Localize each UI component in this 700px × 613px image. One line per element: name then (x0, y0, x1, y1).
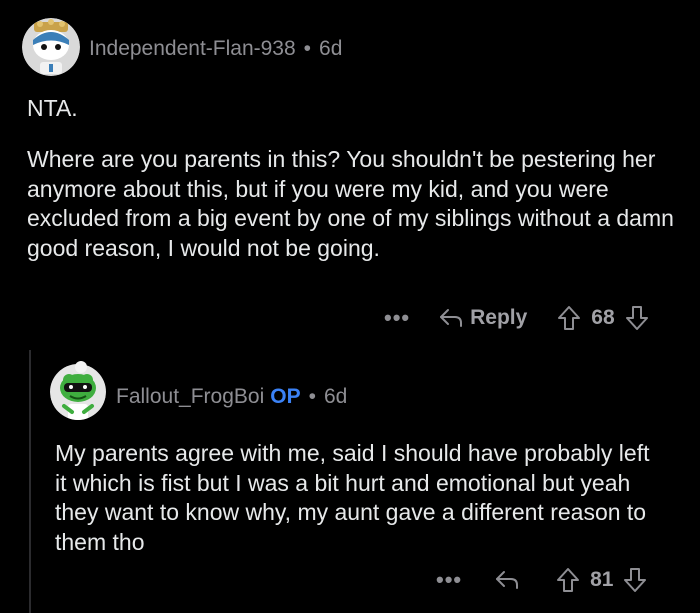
reply-arrow-icon (496, 571, 519, 589)
comment-actions: ••• 81 (436, 567, 647, 593)
downvote-icon[interactable] (623, 567, 647, 593)
comment-paragraph: Where are you parents in this? You shoul… (27, 146, 674, 261)
comment-age: 6d (323, 385, 348, 408)
vote-count: 81 (590, 568, 614, 591)
comment-paragraph: My parents agree with me, said I should … (55, 440, 650, 555)
comment-meta: Independent-Flan-938 • 6d (89, 37, 342, 61)
separator-dot: • (303, 37, 312, 60)
thread-line[interactable] (29, 350, 31, 613)
reply-button[interactable]: Reply (438, 306, 527, 330)
avatar-image-icon (22, 18, 80, 76)
comment-age: 6d (319, 37, 343, 60)
reply-button[interactable] (494, 569, 520, 591)
upvote-icon[interactable] (556, 567, 580, 593)
more-options-button[interactable]: ••• (436, 567, 462, 593)
author-name[interactable]: Independent-Flan-938 (89, 37, 296, 60)
vote-group: 68 (557, 305, 648, 331)
separator-dot: • (308, 385, 316, 408)
vote-count: 68 (591, 306, 615, 329)
downvote-icon[interactable] (625, 305, 649, 331)
avatar-image-icon (50, 361, 106, 420)
comment-paragraph: NTA. (27, 95, 78, 121)
vote-group: 81 (556, 567, 647, 593)
avatar[interactable] (50, 360, 106, 420)
op-badge: OP (270, 385, 301, 408)
reply-arrow-icon (440, 309, 463, 327)
author-name[interactable]: Fallout_FrogBoi (116, 385, 264, 408)
upvote-icon[interactable] (557, 305, 581, 331)
avatar[interactable] (22, 18, 80, 76)
comment-actions: ••• Reply 68 (384, 305, 649, 331)
comment-meta: Fallout_FrogBoi OP • 6d (116, 385, 347, 409)
reply-label: Reply (470, 306, 528, 329)
more-options-button[interactable]: ••• (384, 305, 410, 331)
